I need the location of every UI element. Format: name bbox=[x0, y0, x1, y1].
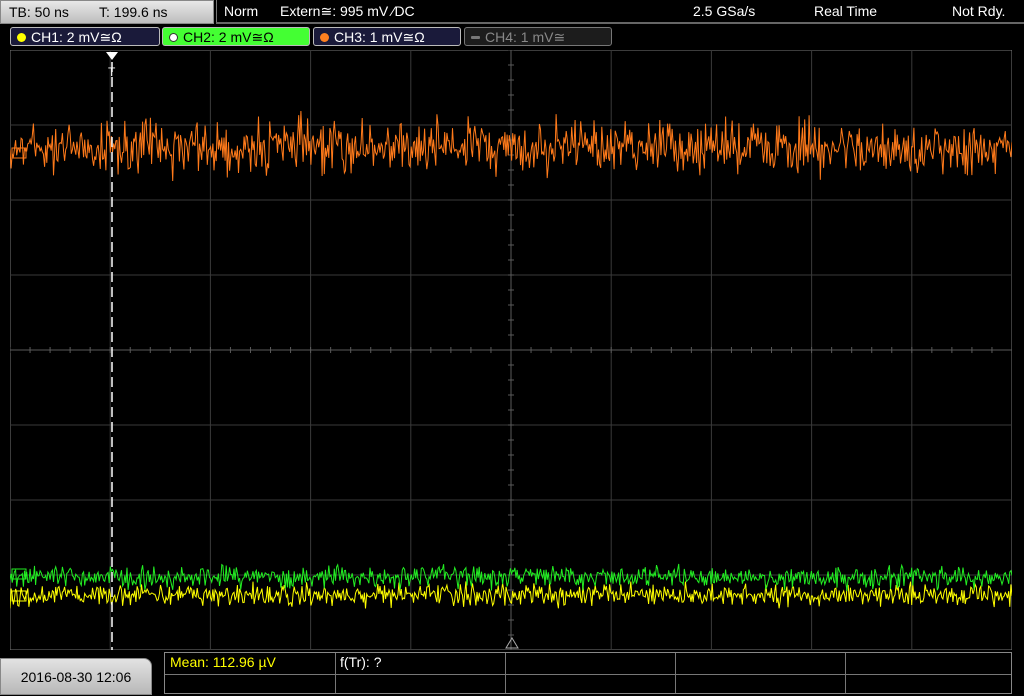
measurement-col-divider bbox=[505, 653, 506, 693]
measurement-col-divider bbox=[335, 653, 336, 693]
mean-measurement: Mean: 112.96 µV bbox=[170, 654, 276, 670]
channel-3-color-icon bbox=[320, 33, 329, 42]
acquisition-mode[interactable]: Real Time bbox=[814, 0, 877, 22]
channel-1-tab[interactable]: CH1: 2 mV≅Ω bbox=[10, 27, 160, 46]
trigger-frequency-measurement: f(Tr): ? bbox=[340, 654, 382, 670]
sample-rate[interactable]: 2.5 GSa/s bbox=[693, 0, 755, 22]
measurement-col-divider bbox=[845, 653, 846, 693]
datetime-display: 2016-08-30 12:06 bbox=[0, 658, 152, 695]
measurement-row-divider bbox=[165, 674, 1011, 675]
run-status: Not Rdy. bbox=[952, 3, 1006, 19]
timebase-box[interactable]: TB: 50 ns T: 199.6 ns bbox=[0, 0, 214, 24]
channel-2-tab[interactable]: CH2: 2 mV≅Ω bbox=[162, 27, 310, 46]
channel-4-label: CH4: 1 mV≅ bbox=[485, 29, 566, 45]
top-separator bbox=[216, 0, 217, 22]
measurement-panel[interactable]: Mean: 112.96 µV f(Tr): ? bbox=[164, 652, 1012, 694]
trigger-source[interactable]: Extern≅: 995 mV ⁄DC bbox=[280, 0, 415, 22]
channel-3-tab[interactable]: CH3: 1 mV≅Ω bbox=[313, 27, 461, 46]
channel-4-tab[interactable]: CH4: 1 mV≅ bbox=[464, 27, 612, 46]
waveform-display[interactable]: T bbox=[10, 50, 1012, 650]
trigger-mode[interactable]: Norm bbox=[224, 0, 258, 22]
trigger-time-value: T: 199.6 ns bbox=[99, 4, 168, 20]
measurement-col-divider bbox=[675, 653, 676, 693]
channel-2-color-icon bbox=[169, 33, 178, 42]
channel-1-label: CH1: 2 mV≅Ω bbox=[31, 29, 122, 45]
channel-1-color-icon bbox=[17, 33, 26, 42]
timebase-value: TB: 50 ns bbox=[9, 4, 69, 20]
channel-3-label: CH3: 1 mV≅Ω bbox=[334, 29, 425, 45]
top-status-bar: TB: 50 ns T: 199.6 ns Norm Extern≅: 995 … bbox=[0, 0, 1024, 24]
bottom-bar: 2016-08-30 12:06 Mean: 112.96 µV f(Tr): … bbox=[0, 652, 1024, 695]
top-divider-line bbox=[216, 22, 1024, 24]
trigger-t-icon: T bbox=[108, 65, 116, 79]
channel-4-color-icon bbox=[471, 36, 480, 39]
channel-2-label: CH2: 2 mV≅Ω bbox=[183, 29, 274, 45]
